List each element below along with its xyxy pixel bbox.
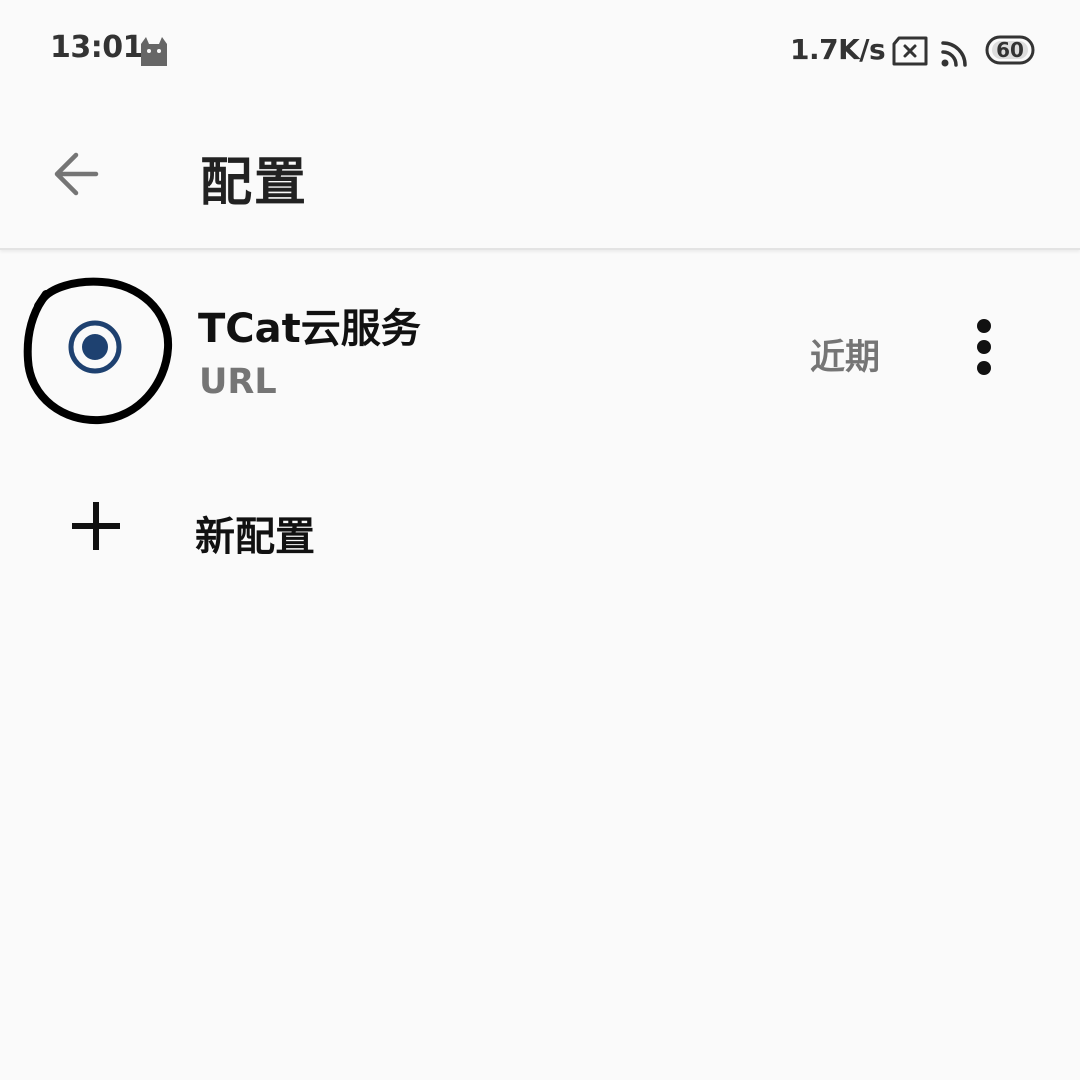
plus-icon bbox=[72, 502, 120, 550]
status-time: 13:01 bbox=[50, 30, 144, 65]
arrow-left-icon bbox=[54, 152, 99, 196]
back-button[interactable] bbox=[38, 138, 116, 210]
screen: 13:01 1.7K/s 60 配置 TCat云服务 URL 近期 新配置 bbox=[0, 0, 1080, 1080]
page-title: 配置 bbox=[200, 153, 309, 213]
battery-icon: 60 bbox=[985, 35, 1035, 65]
more-options-button[interactable] bbox=[956, 312, 1012, 382]
profile-radio-button[interactable] bbox=[67, 319, 123, 375]
profile-updated: 近期 bbox=[810, 338, 881, 378]
network-speed: 1.7K/s bbox=[790, 33, 886, 66]
new-profile-label: 新配置 bbox=[195, 514, 315, 560]
battery-level: 60 bbox=[996, 38, 1024, 62]
more-vert-icon bbox=[977, 319, 991, 375]
profile-name: TCat云服务 bbox=[198, 306, 421, 352]
cat-icon bbox=[141, 37, 167, 66]
sim-x-icon bbox=[892, 36, 928, 66]
status-bar: 13:01 1.7K/s 60 bbox=[0, 0, 1080, 100]
wifi-icon bbox=[941, 41, 967, 67]
new-profile-button[interactable]: 新配置 bbox=[0, 468, 1080, 588]
toolbar: 配置 bbox=[0, 100, 1080, 250]
profile-item[interactable]: TCat云服务 URL 近期 bbox=[0, 252, 1080, 442]
profile-type: URL bbox=[199, 362, 277, 402]
